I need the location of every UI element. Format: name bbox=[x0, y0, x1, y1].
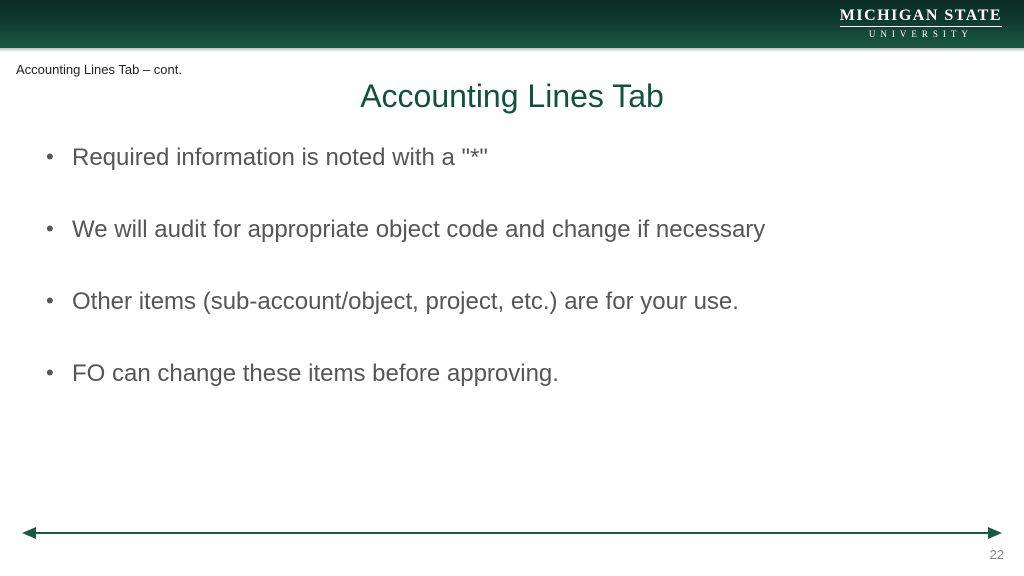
bullet-list: Required information is noted with a "*"… bbox=[72, 143, 976, 389]
bullet-item: Required information is noted with a "*" bbox=[72, 143, 976, 173]
page-number: 22 bbox=[990, 547, 1004, 562]
logo-main-text: MICHIGAN STATE bbox=[840, 8, 1002, 27]
university-logo: MICHIGAN STATE UNIVERSITY bbox=[840, 8, 1002, 39]
header-band: MICHIGAN STATE UNIVERSITY bbox=[0, 0, 1024, 48]
slide: MICHIGAN STATE UNIVERSITY Accounting Lin… bbox=[0, 0, 1024, 576]
bullet-item: We will audit for appropriate object cod… bbox=[72, 215, 976, 245]
header-shadow bbox=[0, 48, 1024, 52]
bullet-item: FO can change these items before approvi… bbox=[72, 359, 976, 389]
content-area: Required information is noted with a "*"… bbox=[72, 143, 976, 389]
breadcrumb: Accounting Lines Tab – cont. bbox=[16, 62, 182, 77]
logo-sub-text: UNIVERSITY bbox=[840, 27, 1002, 39]
footer-divider bbox=[24, 532, 1000, 534]
slide-title: Accounting Lines Tab bbox=[0, 78, 1024, 115]
bullet-item: Other items (sub-account/object, project… bbox=[72, 287, 976, 317]
